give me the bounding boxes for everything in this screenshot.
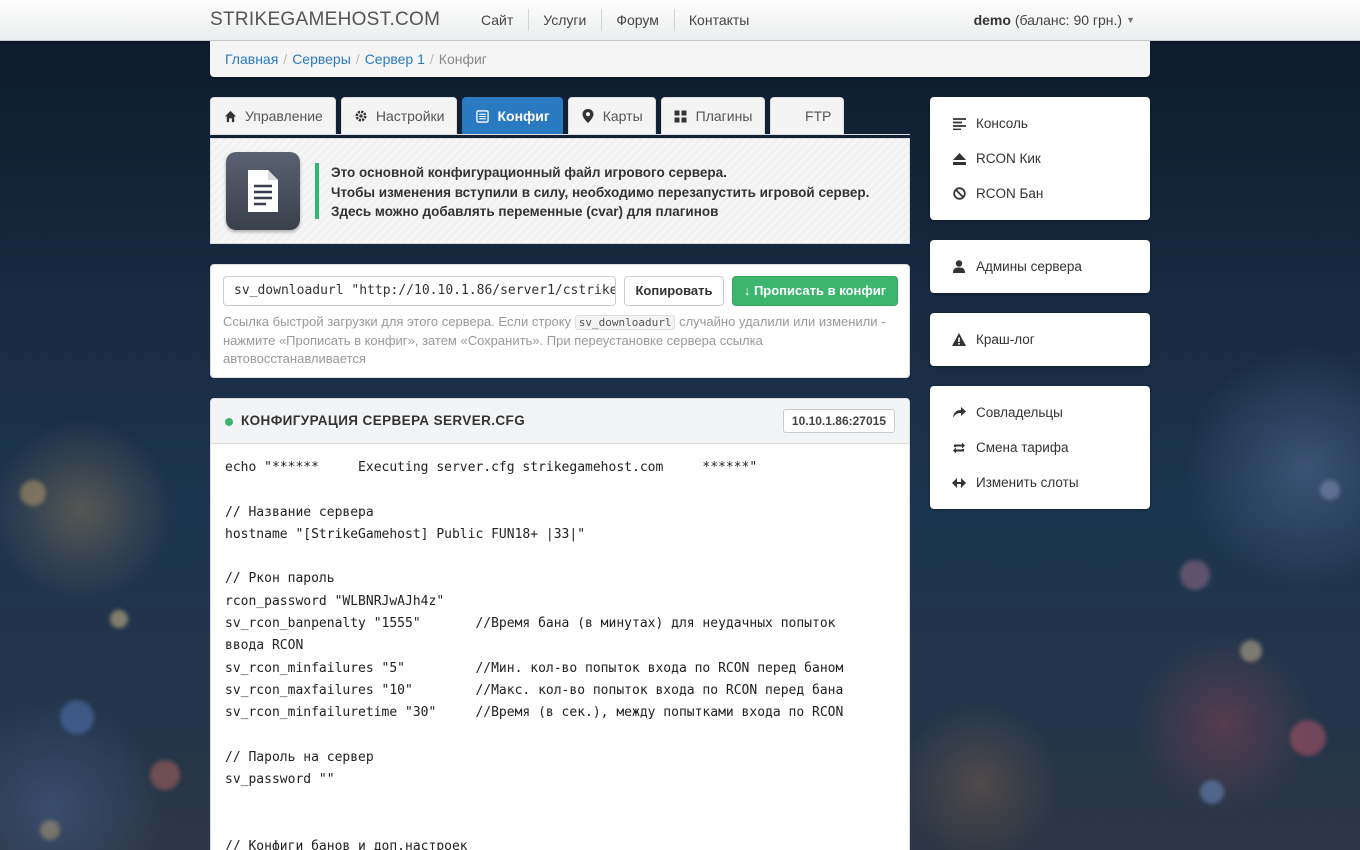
- breadcrumb-current: Конфиг: [438, 51, 487, 67]
- sidebar-item-co-owners[interactable]: Совладельцы: [930, 395, 1150, 430]
- sidebar-group-crashlog: Краш-лог: [930, 313, 1150, 366]
- config-line: sv_rcon_minfailuretime "30" //Время (в с…: [225, 705, 844, 721]
- nav-link-contacts[interactable]: Контакты: [673, 0, 764, 40]
- grid-icon: [674, 109, 688, 123]
- config-line: [225, 546, 895, 568]
- config-line: ввода RCON: [225, 638, 304, 654]
- apply-to-config-button[interactable]: ↓ Прописать в конфиг: [732, 276, 898, 306]
- config-line: sv_rcon_banpenalty "1555" //Время бана (…: [225, 616, 836, 632]
- config-info-box: Это основной конфигурационный файл игров…: [210, 138, 910, 244]
- document-icon: [226, 152, 300, 230]
- config-line: hostname "[StrikeGamehost] Public FUN18+…: [225, 526, 586, 542]
- user-balance: (баланс: 90 грн.): [1010, 12, 1123, 28]
- ban-icon: [952, 187, 966, 201]
- info-line: Чтобы изменения вступили в силу, необход…: [331, 184, 870, 200]
- share-icon: [952, 406, 966, 420]
- tab-maps[interactable]: Карты: [567, 97, 656, 134]
- config-line: echo "****** Executing server.cfg strike…: [225, 460, 758, 475]
- sidebar-item-label: RCON Кик: [976, 151, 1041, 166]
- breadcrumb-home[interactable]: Главная: [225, 51, 278, 67]
- inline-code: sv_downloadurl: [574, 315, 676, 330]
- info-line: Здесь можно добавлять переменные (cvar) …: [331, 204, 719, 219]
- nav-link-forum[interactable]: Форум: [601, 0, 674, 40]
- sidebar-item-rcon-kick[interactable]: RCON Кик: [930, 141, 1150, 176]
- config-title: КОНФИГУРАЦИЯ СЕРВЕРА SERVER.CFG: [241, 413, 526, 428]
- config-line: // Конфиги банов и доп.настроек: [225, 839, 468, 850]
- server-address-badge: 10.10.1.86:27015: [782, 409, 895, 433]
- sidebar-item-admins[interactable]: Админы сервера: [930, 249, 1150, 284]
- eject-icon: [952, 152, 966, 166]
- sidebar-item-label: Смена тарифа: [976, 440, 1069, 455]
- online-status-icon: [225, 418, 233, 426]
- sidebar-item-label: Изменить слоты: [976, 475, 1079, 490]
- tab-ftp[interactable]: FTP: [770, 97, 845, 134]
- config-textarea[interactable]: echo "****** Executing server.cfg strike…: [211, 444, 909, 850]
- nav-links: Сайт Услуги Форум Контакты: [466, 0, 764, 40]
- tab-settings[interactable]: Настройки: [340, 97, 458, 134]
- tab-label: FTP: [804, 108, 832, 124]
- tab-config[interactable]: Конфиг: [462, 97, 563, 134]
- align-left-icon: [952, 117, 966, 131]
- config-line: sv_password "": [225, 772, 335, 788]
- warning-icon: [952, 333, 966, 347]
- info-text: Это основной конфигурационный файл игров…: [315, 163, 869, 219]
- sidebar-item-change-slots[interactable]: Изменить слоты: [930, 465, 1150, 500]
- sidebar-item-label: RCON Бан: [976, 186, 1044, 201]
- info-line: Это основной конфигурационный файл игров…: [331, 165, 727, 180]
- resize-icon: [952, 476, 966, 490]
- list-icon: [475, 109, 489, 123]
- breadcrumb-server[interactable]: Сервер 1: [365, 51, 425, 67]
- config-line: // Название сервера: [225, 504, 374, 520]
- sidebar-item-change-plan[interactable]: Смена тарифа: [930, 430, 1150, 465]
- sidebar-item-label: Консоль: [976, 116, 1028, 131]
- sidebar-item-console[interactable]: Консоль: [930, 106, 1150, 141]
- tab-label: Карты: [602, 108, 643, 124]
- download-url-panel: sv_downloadurl "http://10.10.1.86/server…: [210, 264, 910, 378]
- breadcrumb: Главная / Серверы / Сервер 1/Конфиг: [210, 41, 1150, 77]
- map-marker-icon: [581, 109, 595, 123]
- sidebar-item-rcon-ban[interactable]: RCON Бан: [930, 176, 1150, 211]
- config-line: // Пароль на сервер: [225, 749, 374, 765]
- copy-button[interactable]: Копировать: [624, 276, 724, 306]
- config-line: [225, 814, 895, 836]
- tab-label: Настройки: [375, 108, 445, 124]
- tab-label: Конфиг: [497, 108, 550, 124]
- sidebar-item-label: Админы сервера: [976, 259, 1082, 274]
- site-brand[interactable]: STRIKEGAMEHOST.COM: [210, 9, 440, 31]
- server-tabs: Управление Настройки Конфиг Карты Плагин…: [210, 97, 910, 135]
- sidebar-item-label: Краш-лог: [976, 332, 1035, 347]
- user-menu[interactable]: demo (баланс: 90 грн.) ▼: [974, 12, 1135, 28]
- user-icon: [952, 260, 966, 274]
- nav-link-site[interactable]: Сайт: [466, 0, 528, 40]
- nav-link-services[interactable]: Услуги: [528, 0, 601, 40]
- config-header: КОНФИГУРАЦИЯ СЕРВЕРА SERVER.CFG 10.10.1.…: [211, 399, 909, 444]
- tab-label: Управление: [245, 108, 323, 124]
- download-url-input[interactable]: sv_downloadurl "http://10.10.1.86/server…: [223, 276, 616, 306]
- sidebar-item-label: Совладельцы: [976, 405, 1063, 420]
- config-line: [225, 479, 895, 501]
- config-line: sv_rcon_maxfailures "10" //Макс. кол-во …: [225, 682, 844, 698]
- config-line: rcon_password "WLBNRJwAJh4z": [225, 593, 445, 609]
- config-editor-panel: КОНФИГУРАЦИЯ СЕРВЕРА SERVER.CFG 10.10.1.…: [210, 398, 910, 850]
- tab-control[interactable]: Управление: [210, 97, 336, 134]
- gear-icon: [354, 109, 368, 123]
- home-icon: [223, 109, 237, 123]
- user-name: demo: [973, 12, 1011, 28]
- download-url-help: Ссылка быстрой загрузки для этого сервер…: [223, 314, 886, 366]
- top-navbar: STRIKEGAMEHOST.COM Сайт Услуги Форум Кон…: [0, 0, 1360, 41]
- breadcrumb-servers[interactable]: Серверы: [292, 51, 351, 67]
- sidebar-group-account: Совладельцы Смена тарифа Изменить слоты: [930, 386, 1150, 509]
- config-line: [225, 791, 895, 813]
- sidebar-group-rcon: Консоль RCON Кик RCON Бан: [930, 97, 1150, 220]
- config-line: sv_rcon_minfailures "5" //Мин. кол-во по…: [225, 660, 844, 676]
- sidebar-group-admins: Админы сервера: [930, 240, 1150, 293]
- config-line: // Ркон пароль: [225, 571, 335, 587]
- tab-label: Плагины: [695, 108, 753, 124]
- chevron-down-icon: ▼: [1126, 15, 1135, 25]
- retweet-icon: [952, 441, 966, 455]
- tab-plugins[interactable]: Плагины: [660, 97, 766, 134]
- sidebar-item-crash-log[interactable]: Краш-лог: [930, 322, 1150, 357]
- config-line: [225, 725, 895, 747]
